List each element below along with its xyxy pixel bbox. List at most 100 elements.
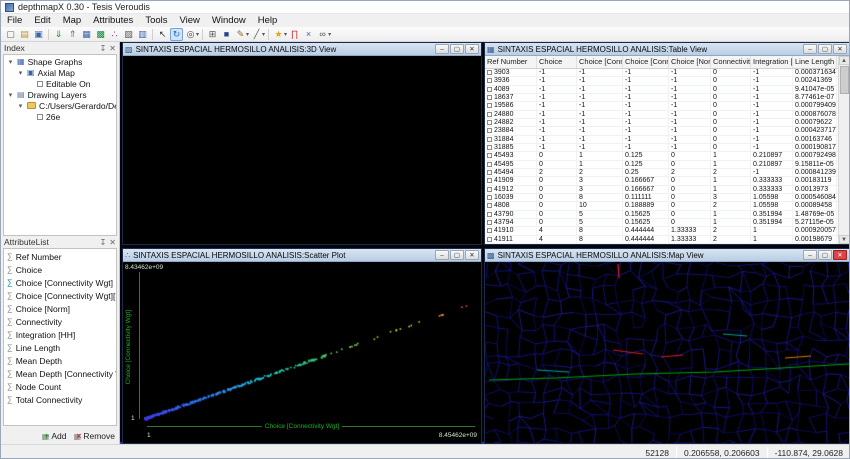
menu-window[interactable]: Window [206, 14, 252, 27]
close-button[interactable]: ✕ [833, 250, 847, 260]
table-row[interactable]: 3903-1-1-1-10-10.000371634 [485, 69, 838, 77]
table-scrollbar[interactable]: ▲ ▼ [838, 56, 849, 244]
minimize-button[interactable]: ‒ [435, 44, 449, 54]
menu-help[interactable]: Help [252, 14, 284, 27]
map-view-icon[interactable]: ▩ [94, 28, 107, 41]
table-row[interactable]: 18637-1-1-1-10-18.77461e-07 [485, 94, 838, 102]
column-header-choice-norm-[interactable]: Choice [Norm] [669, 56, 711, 68]
row-checkbox[interactable] [487, 187, 492, 192]
table-row[interactable]: 23884-1-1-1-10-10.000423717 [485, 127, 838, 135]
checkbox[interactable] [37, 114, 43, 120]
tree-item-26e[interactable]: 26e [4, 111, 116, 122]
attribute-item-choice-connectivity-wgt-norm-[interactable]: ∑Choice [Connectivity Wgt][Norm] [4, 289, 116, 302]
restore-button[interactable]: ▢ [450, 44, 464, 54]
table-row[interactable]: 43790050.15625010.3519941.48769e-05 [485, 211, 838, 219]
row-checkbox[interactable] [487, 78, 492, 83]
attribute-item-node-count[interactable]: ∑Node Count [4, 380, 116, 393]
row-checkbox[interactable] [487, 70, 492, 75]
column-header-choice[interactable]: Choice [537, 56, 577, 68]
expander-icon[interactable]: ▾ [7, 58, 14, 66]
table-row[interactable]: 45494220.2522-10.000841239 [485, 169, 838, 177]
new-file-icon[interactable]: ▢ [4, 28, 17, 41]
table-row[interactable]: 45495010.125010.2108979.15811e-05 [485, 161, 838, 169]
tree-item-drawing-layers[interactable]: ▾▤Drawing Layers [4, 89, 116, 100]
row-checkbox[interactable] [487, 153, 492, 158]
attribute-star-icon-dropdown[interactable]: ▾ [284, 31, 287, 38]
row-checkbox[interactable] [487, 195, 492, 200]
row-checkbox[interactable] [487, 178, 492, 183]
table-row[interactable]: 16039080.111111031.055980.000546084 [485, 194, 838, 202]
row-checkbox[interactable] [487, 203, 492, 208]
menu-attributes[interactable]: Attributes [87, 14, 139, 27]
row-checkbox[interactable] [487, 228, 492, 233]
table-row[interactable]: 43794050.15625010.3519945.27115e-05 [485, 219, 838, 227]
add-attribute-button[interactable]: ▦+ Add [42, 431, 67, 441]
pin-icon[interactable]: ↧ [100, 238, 107, 247]
scroll-up-icon[interactable]: ▲ [839, 56, 850, 65]
column-header-choice-connecti[interactable]: Choice [Connecti [577, 56, 623, 68]
scrollbar-thumb[interactable] [840, 66, 849, 94]
table-row[interactable]: 41910480.4444441.33333210.000920057 [485, 227, 838, 235]
tree-item-c-users-gerardo-desktop-cart-[interactable]: ▾C:/Users/Gerardo/Desktop/CART... [4, 100, 116, 111]
pin-icon[interactable]: ↧ [100, 44, 107, 53]
table-row[interactable]: 3936-1-1-1-10-10.00241369 [485, 77, 838, 85]
attribute-item-connectivity[interactable]: ∑Connectivity [4, 315, 116, 328]
expander-icon[interactable]: ▾ [7, 91, 14, 99]
scroll-down-icon[interactable]: ▼ [839, 235, 850, 244]
row-checkbox[interactable] [487, 162, 492, 167]
row-checkbox[interactable] [487, 103, 492, 108]
menu-view[interactable]: View [174, 14, 206, 27]
grid-icon[interactable]: ⊞ [206, 28, 219, 41]
tree-item-editable-on[interactable]: Editable On [4, 78, 116, 89]
attribute-item-integration-hh-[interactable]: ∑Integration [HH] [4, 328, 116, 341]
column-header-line-length[interactable]: Line Length [793, 56, 837, 68]
isovist-icon[interactable]: ∏ [288, 28, 301, 41]
menu-edit[interactable]: Edit [28, 14, 56, 27]
axial-lines-icon[interactable]: × [302, 28, 315, 41]
menu-tools[interactable]: Tools [139, 14, 173, 27]
attribute-item-ref-number[interactable]: ∑Ref Number [4, 250, 116, 263]
row-checkbox[interactable] [487, 220, 492, 225]
restore-button[interactable]: ▢ [450, 250, 464, 260]
zoom-icon-dropdown[interactable]: ▾ [196, 31, 199, 38]
close-button[interactable]: ✕ [465, 44, 479, 54]
table-row[interactable]: 41909030.166667010.3333330.00183119 [485, 177, 838, 185]
attribute-item-choice-connectivity-wgt-[interactable]: ∑Choice [Connectivity Wgt] [4, 276, 116, 289]
close-icon[interactable]: ✕ [109, 238, 116, 247]
open-file-icon[interactable]: ▤ [18, 28, 31, 41]
table-row[interactable]: 4089-1-1-1-10-19.41047e-05 [485, 86, 838, 94]
attribute-item-total-connectivity[interactable]: ∑Total Connectivity [4, 393, 116, 406]
tile-windows-icon[interactable]: ▥ [136, 28, 149, 41]
pencil-icon-dropdown[interactable]: ▾ [246, 31, 249, 38]
row-checkbox[interactable] [487, 145, 492, 150]
row-checkbox[interactable] [487, 120, 492, 125]
attribute-item-mean-depth-connectivity-wgt-[interactable]: ∑Mean Depth [Connectivity Wgt] [4, 367, 116, 380]
tree-item-shape-graphs[interactable]: ▾▦Shape Graphs [4, 56, 116, 67]
minimize-button[interactable]: ‒ [803, 44, 817, 54]
scatter-titlebar[interactable]: ∴ SINTAXIS ESPACIAL HERMOSILLO ANALISIS:… [123, 249, 481, 262]
export-map-icon[interactable]: ⇑ [66, 28, 79, 41]
row-checkbox[interactable] [487, 87, 492, 92]
table-row[interactable]: 24880-1-1-1-10-10.000876078 [485, 111, 838, 119]
expander-icon[interactable]: ▾ [17, 102, 24, 110]
select-cursor-icon[interactable]: ↖ [156, 28, 169, 41]
close-button[interactable]: ✕ [465, 250, 479, 260]
table-row[interactable]: 24882-1-1-1-10-10.00079622 [485, 119, 838, 127]
line-tools-icon-dropdown[interactable]: ▾ [262, 31, 265, 38]
column-header-ref-number[interactable]: Ref Number [485, 56, 537, 68]
import-map-icon[interactable]: ⇓ [52, 28, 65, 41]
attribute-item-mean-depth[interactable]: ∑Mean Depth [4, 354, 116, 367]
restore-button[interactable]: ▢ [818, 250, 832, 260]
map-titlebar[interactable]: ▩ SINTAXIS ESPACIAL HERMOSILLO ANALISIS:… [485, 249, 849, 262]
remove-attribute-button[interactable]: ▦× Remove [74, 431, 115, 441]
column-header-integration-hh-[interactable]: Integration [HH] [751, 56, 793, 68]
close-button[interactable]: ✕ [833, 44, 847, 54]
scatter-view-icon[interactable]: ∴ [108, 28, 121, 41]
row-checkbox[interactable] [487, 112, 492, 117]
menu-map[interactable]: Map [57, 14, 87, 27]
checkbox[interactable] [37, 81, 43, 87]
table-row[interactable]: 19586-1-1-1-10-10.000799409 [485, 102, 838, 110]
row-checkbox[interactable] [487, 128, 492, 133]
column-header-connectivity[interactable]: Connectivity [711, 56, 751, 68]
row-checkbox[interactable] [487, 95, 492, 100]
